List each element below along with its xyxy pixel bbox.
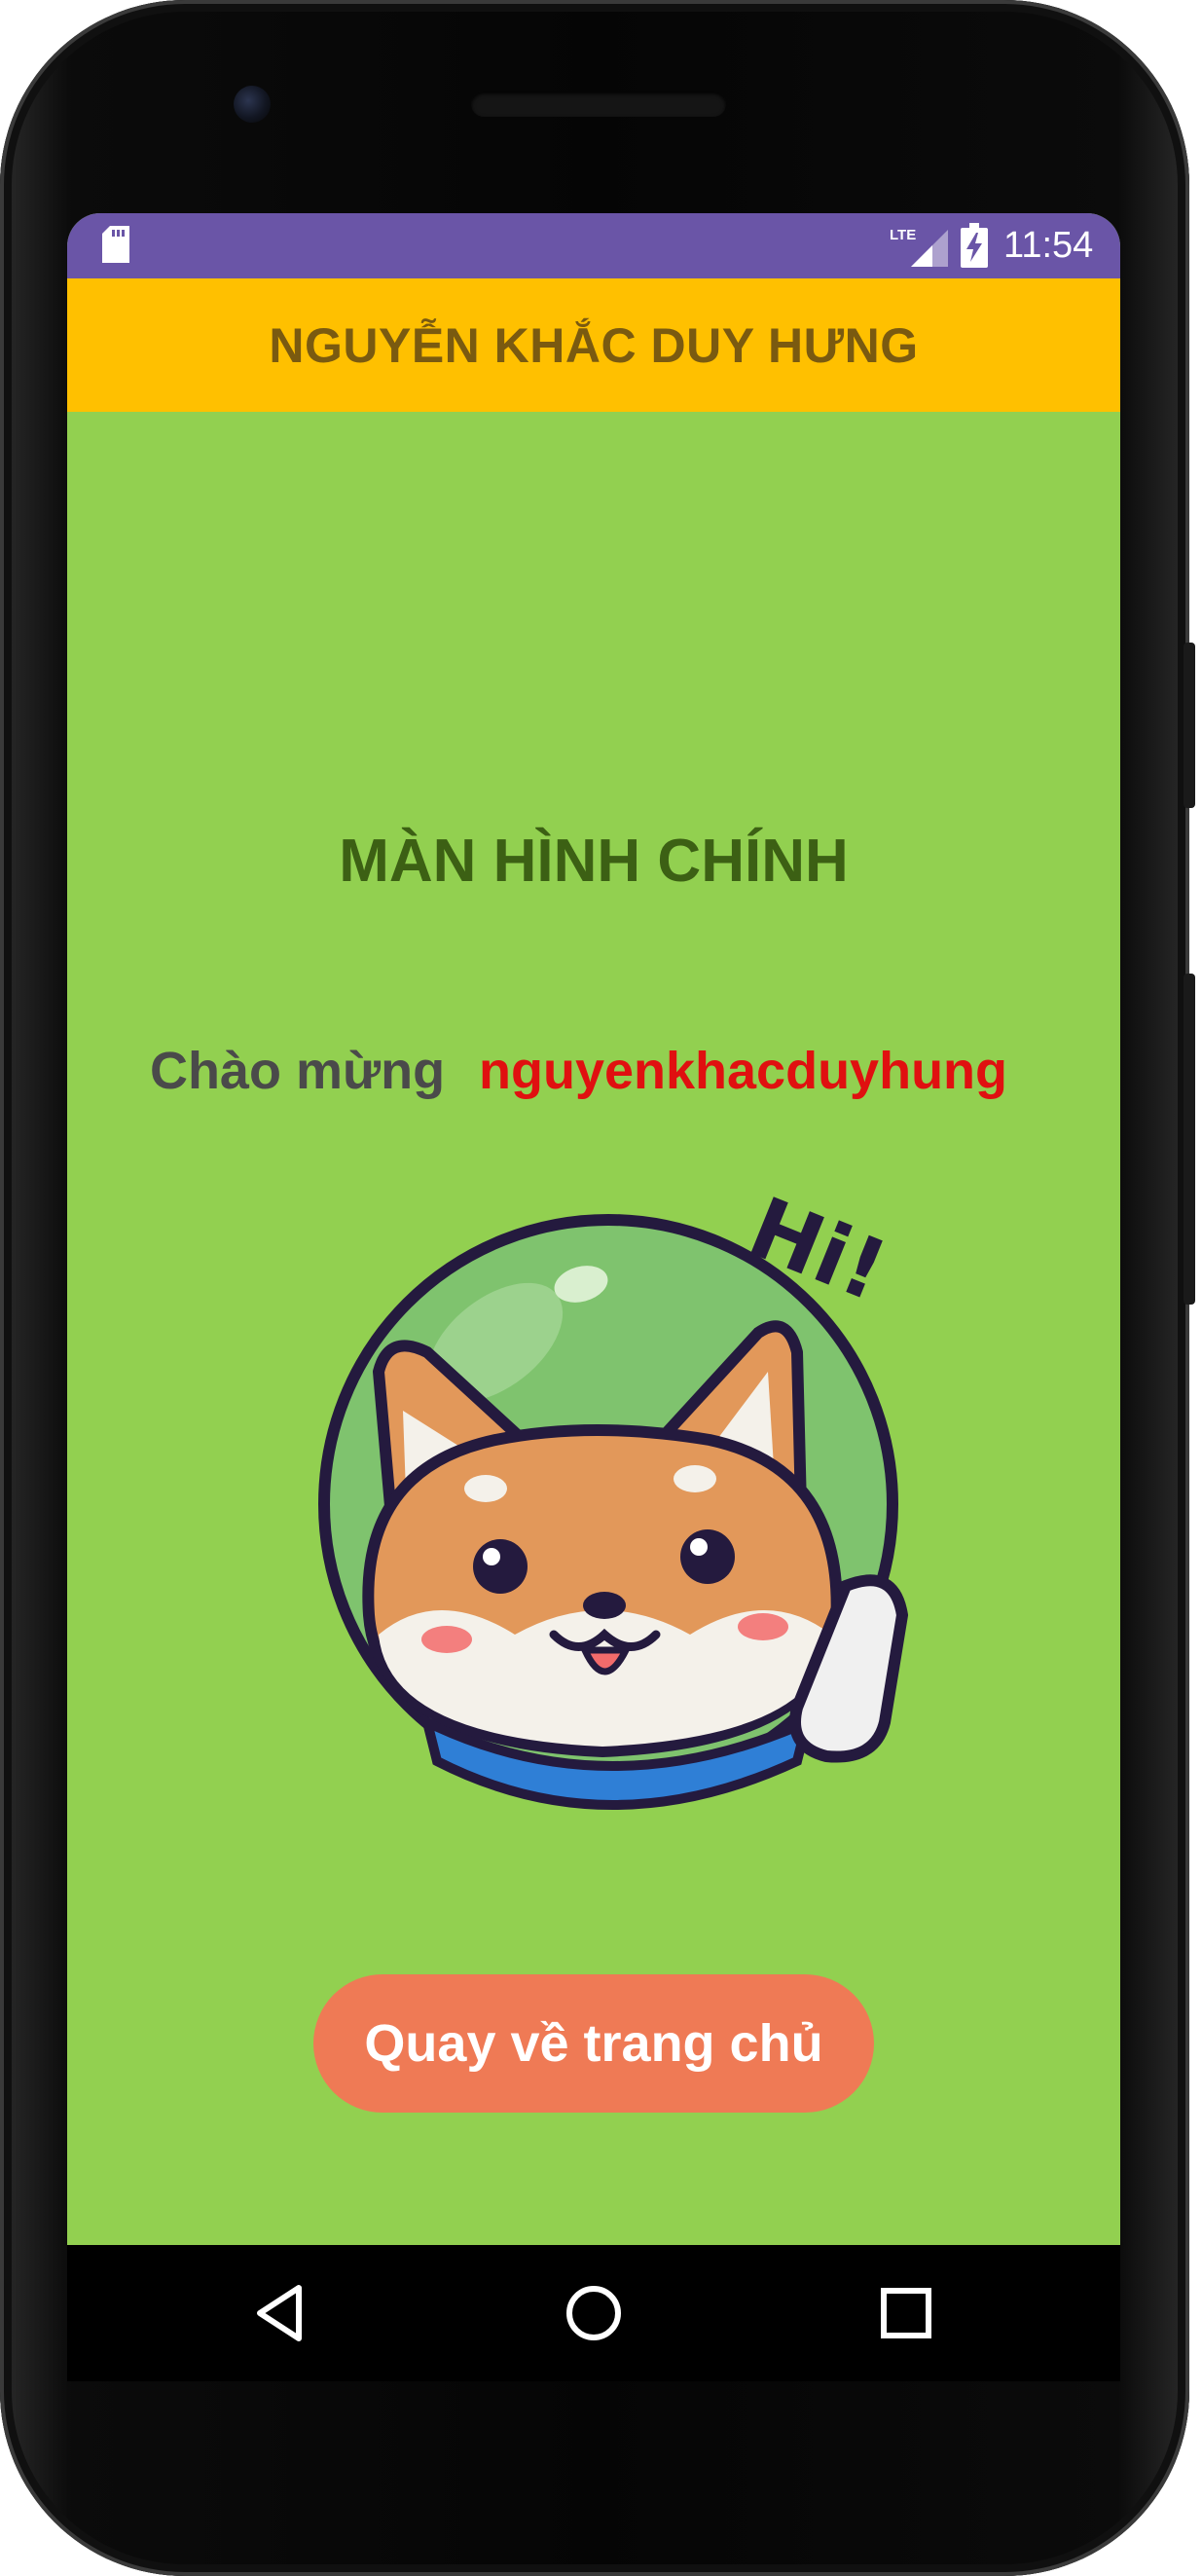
- front-camera: [234, 86, 271, 123]
- earpiece-speaker: [471, 92, 726, 117]
- app-title: NGUYỄN KHẮC DUY HƯNG: [269, 317, 919, 373]
- phone-frame: LTE 11:54 NGUYỄN KHẮC DUY HƯNG MÀN HÌNH …: [0, 0, 1195, 2576]
- username-text: nguyenkhacduyhung: [479, 1042, 1008, 1100]
- shiba-astronaut-hi-image: Hi!: [318, 1179, 909, 1810]
- home-icon[interactable]: [555, 2274, 633, 2352]
- battery-charging-icon: [961, 223, 988, 268]
- volume-button: [1184, 974, 1195, 1305]
- left-eye: [473, 1539, 528, 1594]
- power-button: [1184, 643, 1195, 808]
- lte-signal-icon: LTE: [890, 227, 948, 267]
- welcome-label: Chào mừng: [150, 1042, 446, 1100]
- app-screen: LTE 11:54 NGUYỄN KHẮC DUY HƯNG MÀN HÌNH …: [67, 213, 1120, 2245]
- app-bar: NGUYỄN KHẮC DUY HƯNG: [67, 278, 1120, 412]
- sd-card-icon: [102, 226, 129, 263]
- status-bar: LTE 11:54: [67, 213, 1120, 278]
- system-nav-bar: [67, 2245, 1120, 2381]
- status-clock: 11:54: [1003, 225, 1094, 266]
- page-title: MÀN HÌNH CHÍNH: [339, 828, 849, 895]
- lte-label: LTE: [890, 227, 916, 243]
- nose: [583, 1592, 626, 1619]
- recents-icon[interactable]: [867, 2274, 945, 2352]
- right-eye: [680, 1529, 735, 1584]
- back-to-home-button[interactable]: Quay về trang chủ: [313, 1974, 874, 2113]
- back-icon[interactable]: [242, 2274, 320, 2352]
